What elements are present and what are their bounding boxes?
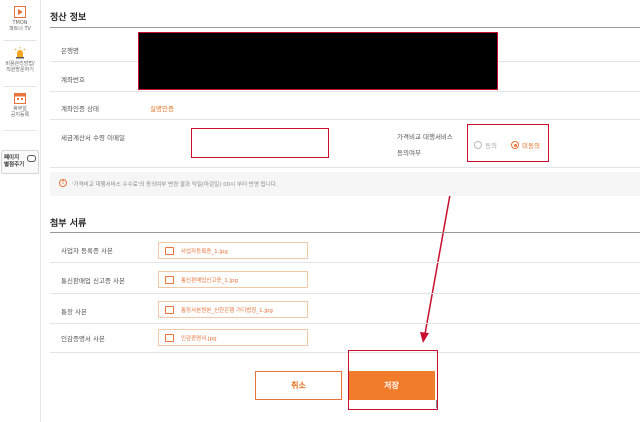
sidebar-item-label: 비용관리방법/ 직원방문하기 xyxy=(5,61,35,73)
attachments-section-title: 첨부 서류 xyxy=(50,219,87,229)
left-sidebar: TMON 파트너 TV 비용관리방법/ 직원방문하기 휴무일 공지등록 페이지 … xyxy=(0,0,41,422)
image-file-icon xyxy=(165,334,174,342)
attachment-row: 인감증명서 사본 xyxy=(50,324,640,353)
save-highlight xyxy=(348,350,438,410)
attachment-label: 통장 사본 xyxy=(61,308,87,316)
divider xyxy=(3,40,37,41)
attachment-label: 인감증명서 사본 xyxy=(61,335,105,343)
calendar-icon xyxy=(14,92,26,104)
attachment-row: 통신판매업 신고증 사본 xyxy=(50,263,640,294)
page-rating-label: 페이지 별점주기 xyxy=(4,155,25,168)
cancel-button[interactable]: 취소 xyxy=(255,371,342,400)
chat-bubble-icon xyxy=(27,155,36,162)
attachment-filename: 인감증명서.jpg xyxy=(181,336,217,342)
attachment-row: 사업자 등록증 사본 xyxy=(50,233,640,263)
main-content: 정산 정보 은행명 계좌번호 계좌인증 상태 세금계산서 수령 이메일 실명인증… xyxy=(41,0,640,422)
info-icon: ! xyxy=(59,179,67,187)
attachment-filename: 통신판매업신고증_1.jpg xyxy=(181,278,238,284)
sidebar-item-tmon-tv[interactable]: TMON 파트너 TV xyxy=(2,6,38,32)
attachment-filename: 사업자등록증_1.jpg xyxy=(181,249,228,255)
image-file-icon xyxy=(165,247,174,255)
notice-text: '가격비교 대행서비스 수수료'의 동의여부 변경 결과 익일(마감일) 00시… xyxy=(72,182,278,188)
page-rating-button[interactable]: 페이지 별점주기 xyxy=(1,150,39,174)
attachment-file-link[interactable]: 통신판매업신고증_1.jpg xyxy=(158,271,308,288)
attachment-file-link[interactable]: 통장사본원본_신한은행 가디법칭_1.jpg xyxy=(158,301,308,318)
image-file-icon xyxy=(165,306,174,314)
siren-icon xyxy=(14,47,26,59)
attachment-label: 사업자 등록증 사본 xyxy=(61,247,113,255)
sidebar-item-label: TMON 파트너 TV xyxy=(9,20,31,32)
image-file-icon xyxy=(165,276,174,284)
sidebar-item-label: 휴무일 공지등록 xyxy=(10,106,30,118)
scroll-indicator xyxy=(436,400,440,408)
attachment-filename: 통장사본원본_신한은행 가디법칭_1.jpg xyxy=(181,308,273,314)
sidebar-item-staff-visit[interactable]: 비용관리방법/ 직원방문하기 xyxy=(2,47,38,73)
attachment-row: 통장 사본 xyxy=(50,294,640,324)
play-icon xyxy=(14,6,26,18)
attachment-file-link[interactable]: 인감증명서.jpg xyxy=(158,329,308,346)
divider xyxy=(3,86,37,87)
attachment-file-link[interactable]: 사업자등록증_1.jpg xyxy=(158,242,308,259)
attachment-label: 통신판매업 신고증 사본 xyxy=(61,277,125,285)
notice-bar: ! '가격비교 대행서비스 수수료'의 동의여부 변경 결과 익일(마감일) 0… xyxy=(50,172,640,196)
annotation-arrow xyxy=(420,177,454,343)
divider xyxy=(3,130,37,131)
sidebar-item-holiday-notice[interactable]: 휴무일 공지등록 xyxy=(2,92,38,118)
